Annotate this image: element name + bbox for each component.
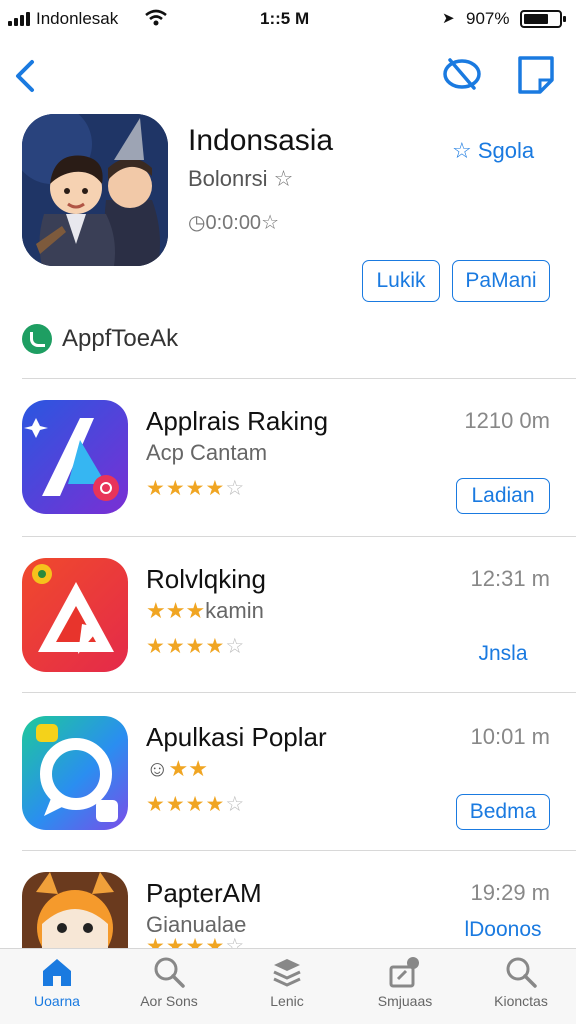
- divider: [22, 536, 576, 537]
- clock: 1::5 M: [260, 9, 310, 28]
- app-title: Indonsasia: [188, 124, 334, 157]
- header-button-1[interactable]: Lukik: [362, 260, 440, 302]
- divider: [22, 692, 576, 693]
- app-icon-2: [22, 558, 128, 672]
- app-action-button[interactable]: Jnsla: [456, 636, 550, 672]
- carrier-name: Indonlesak: [36, 9, 119, 28]
- app-time: 1210 0m: [464, 408, 550, 433]
- section-header: AppfToeAk: [22, 322, 178, 356]
- app-action-button[interactable]: lDoonos: [456, 912, 550, 948]
- rating-stars: ★★★★☆: [146, 477, 246, 500]
- back-chevron-icon[interactable]: [8, 56, 56, 96]
- search-icon: [154, 957, 185, 988]
- hero-app-icon: [22, 114, 168, 266]
- section-title: AppfToeAk: [62, 325, 179, 352]
- divider: [22, 850, 576, 851]
- bookmark-icon[interactable]: [514, 52, 558, 96]
- star-icon: ☆: [273, 166, 294, 191]
- tab-search[interactable]: Aor Sons: [114, 955, 224, 1021]
- stack-icon: [273, 959, 301, 987]
- list-item[interactable]: Applrais Raking Acp Cantam ★★★★☆ 1210 0m…: [0, 400, 576, 556]
- signal-icon: [8, 12, 32, 26]
- app-name: PapterAM: [146, 878, 262, 908]
- app-subtitle: Bolonrsi ☆: [188, 166, 294, 191]
- favorite-button[interactable]: ☆ Sgola: [452, 138, 534, 164]
- app-category: ★★★kamin: [146, 598, 264, 623]
- rating-badge-icon: ☺: [146, 756, 169, 781]
- clock-icon: ◷: [188, 212, 206, 234]
- updates-icon: [389, 957, 419, 988]
- tab-stack[interactable]: Lenic: [232, 955, 342, 1021]
- stars-decoration-icon: ★★★: [146, 598, 206, 623]
- tab-search-2[interactable]: Kionctas: [466, 955, 576, 1021]
- app-time: 12:31 m: [470, 566, 551, 591]
- app-icon-1: [22, 400, 128, 514]
- star-icon: ☆: [261, 212, 279, 234]
- search-icon: [506, 957, 537, 988]
- tab-bar: Uoarna Aor Sons Lenic Smjuaas Kionctas: [0, 948, 576, 1024]
- app-name: Applrais Raking: [146, 406, 329, 436]
- tab-home[interactable]: Uoarna: [2, 955, 112, 1021]
- rating-stars: ★★★★☆: [146, 635, 246, 658]
- app-action-button[interactable]: Ladian: [456, 478, 550, 514]
- list-item[interactable]: Rolvlqking ★★★kamin ★★★★☆ 12:31 m Jnsla: [0, 558, 576, 714]
- app-time: 10:01 m: [470, 724, 551, 749]
- tab-updates[interactable]: Smjuaas: [350, 955, 460, 1021]
- status-bar: Indonlesak 1::5 M ➤ 907%: [0, 0, 576, 38]
- app-name: Apulkasi Poplar: [146, 722, 327, 752]
- battery-percent: 907%: [466, 9, 510, 28]
- header-button-2[interactable]: PaMani: [452, 260, 550, 302]
- app-category: ☺★★: [146, 756, 208, 782]
- location-icon: ➤: [442, 10, 455, 27]
- list-item[interactable]: Apulkasi Poplar ☺★★ ★★★★☆ 10:01 m Bedma: [0, 716, 576, 872]
- app-category: Acp Cantam: [146, 440, 268, 465]
- star-outline-icon: ☆: [452, 138, 472, 163]
- rating-row: ◷0:0:00☆: [188, 212, 279, 234]
- wifi-icon: [145, 9, 167, 26]
- app-time: 19:29 m: [470, 880, 551, 905]
- app-icon-3: [22, 716, 128, 830]
- share-link-icon[interactable]: [440, 52, 484, 96]
- battery-icon: [520, 10, 566, 28]
- home-icon: [43, 959, 71, 986]
- app-action-button[interactable]: Bedma: [456, 794, 550, 830]
- phone-icon: [22, 324, 52, 354]
- rating-stars: ★★★★☆: [146, 793, 246, 816]
- divider: [22, 378, 576, 379]
- stars-decoration-icon: ★★: [168, 756, 208, 781]
- app-name: Rolvlqking: [146, 564, 266, 594]
- app-icon-4: [22, 872, 128, 950]
